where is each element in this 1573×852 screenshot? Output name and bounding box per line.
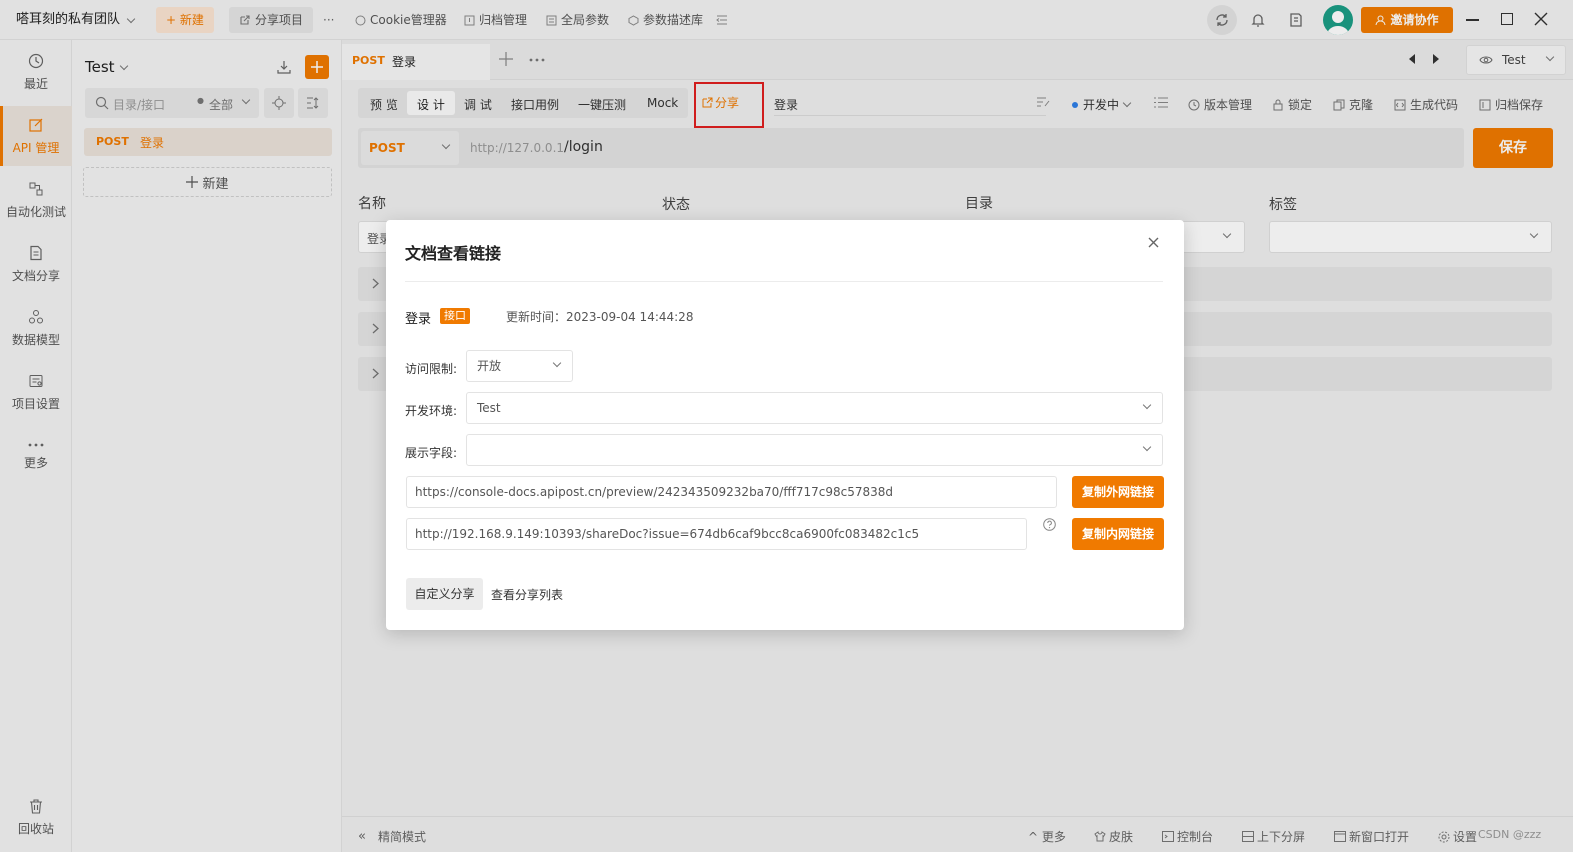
type-badge: 接口	[440, 308, 470, 324]
chevron-down-icon	[552, 358, 562, 368]
copy-internal-link-button[interactable]: 复制内网链接	[1072, 518, 1164, 550]
copy-external-label: 复制外网链接	[1081, 485, 1154, 499]
question-icon	[1043, 518, 1056, 531]
env-select[interactable]: Test	[466, 392, 1163, 424]
help-button[interactable]	[1043, 518, 1056, 531]
internal-link-value: http://192.168.9.149:10393/shareDoc?issu…	[415, 527, 920, 541]
share-list-link[interactable]: 查看分享列表	[491, 586, 563, 603]
access-label: 访问限制:	[405, 362, 458, 376]
custom-share-label: 自定义分享	[414, 587, 475, 601]
dialog-close-button[interactable]	[1148, 237, 1159, 248]
custom-share-button[interactable]: 自定义分享	[406, 578, 483, 610]
doc-name: 登录	[405, 312, 432, 327]
fields-select[interactable]	[466, 434, 1163, 466]
fields-label: 展示字段:	[405, 446, 458, 460]
close-icon	[1148, 237, 1159, 248]
access-select[interactable]: 开放	[466, 350, 573, 382]
external-link-field[interactable]: https://console-docs.apipost.cn/preview/…	[406, 476, 1057, 508]
chevron-down-icon	[1142, 400, 1152, 410]
share-link-dialog: 文档查看链接 登录 接口 更新时间：2023-09-04 14:44:28 访问…	[386, 220, 1184, 630]
chevron-down-icon	[1142, 442, 1152, 452]
env-label: 开发环境:	[405, 404, 458, 418]
dialog-title: 文档查看链接	[405, 244, 502, 263]
internal-link-field[interactable]: http://192.168.9.149:10393/shareDoc?issu…	[406, 518, 1027, 550]
copy-external-link-button[interactable]: 复制外网链接	[1072, 476, 1164, 508]
external-link-value: https://console-docs.apipost.cn/preview/…	[415, 485, 894, 499]
updated-time: 更新时间：2023-09-04 14:44:28	[506, 310, 694, 324]
access-value: 开放	[477, 359, 502, 373]
env-value: Test	[477, 401, 501, 415]
copy-internal-label: 复制内网链接	[1081, 527, 1154, 541]
dialog-divider	[405, 281, 1163, 282]
